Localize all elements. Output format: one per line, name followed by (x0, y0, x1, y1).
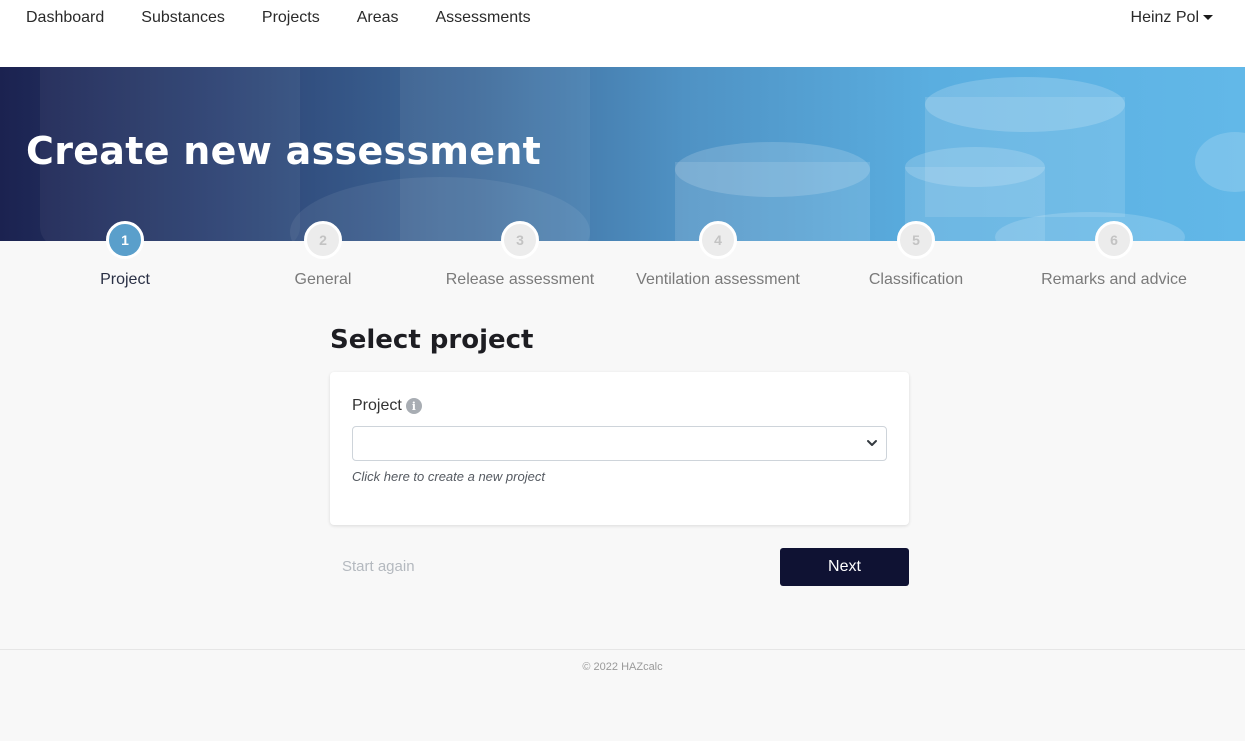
nav-link-dashboard[interactable]: Dashboard (26, 8, 104, 28)
step-label: Release assessment (445, 271, 595, 288)
step-number-badge: 5 (897, 221, 935, 259)
banner-tank-shape (675, 142, 870, 197)
page-title: Create new assessment (26, 129, 542, 173)
section-title: Select project (330, 325, 534, 355)
nav-link-projects[interactable]: Projects (262, 8, 320, 28)
step-number-badge: 1 (106, 221, 144, 259)
step-number-badge: 2 (304, 221, 342, 259)
step-label: Project (100, 271, 150, 288)
step-number-badge: 3 (501, 221, 539, 259)
banner-tank-shape (1195, 132, 1245, 192)
step-label: Classification (868, 271, 964, 288)
user-menu-dropdown[interactable]: Heinz Pol (1131, 8, 1213, 28)
project-select-card: Project i Click here to create a new pro… (330, 372, 909, 525)
start-again-link[interactable]: Start again (342, 558, 415, 575)
assessment-stepper: 1 Project 2 General 3 Release assessment… (0, 221, 1245, 301)
project-select[interactable] (352, 426, 887, 461)
nav-link-substances[interactable]: Substances (141, 8, 225, 28)
step-release-assessment[interactable]: 3 Release assessment (420, 221, 620, 290)
next-button[interactable]: Next (780, 548, 909, 586)
step-classification[interactable]: 5 Classification (816, 221, 1016, 290)
banner-tank-shape (905, 147, 1045, 187)
caret-down-icon (1203, 14, 1213, 20)
footer-copyright: © 2022 HAZcalc (582, 661, 663, 673)
step-label: General (294, 271, 352, 288)
step-number-badge: 6 (1095, 221, 1133, 259)
step-project[interactable]: 1 Project (25, 221, 225, 290)
step-general[interactable]: 2 General (223, 221, 423, 290)
user-name: Heinz Pol (1130, 9, 1199, 26)
nav-links: Dashboard Substances Projects Areas Asse… (26, 8, 568, 28)
step-number-badge: 4 (699, 221, 737, 259)
footer-divider (0, 649, 1245, 650)
step-ventilation-assessment[interactable]: 4 Ventilation assessment (618, 221, 818, 290)
nav-link-assessments[interactable]: Assessments (435, 8, 530, 28)
page-banner: Create new assessment (0, 67, 1245, 241)
step-remarks-and-advice[interactable]: 6 Remarks and advice (1014, 221, 1214, 290)
project-field-label: Project i (352, 397, 422, 415)
step-label: Ventilation assessment (636, 271, 800, 288)
banner-tank-shape (925, 77, 1125, 132)
nav-link-areas[interactable]: Areas (357, 8, 399, 28)
create-new-project-link[interactable]: Click here to create a new project (352, 469, 545, 484)
project-label-text: Project (352, 397, 402, 414)
info-icon[interactable]: i (405, 398, 422, 414)
chevron-down-icon (867, 440, 877, 446)
step-label: Remarks and advice (1041, 271, 1187, 288)
top-navbar: Dashboard Substances Projects Areas Asse… (0, 0, 1245, 67)
